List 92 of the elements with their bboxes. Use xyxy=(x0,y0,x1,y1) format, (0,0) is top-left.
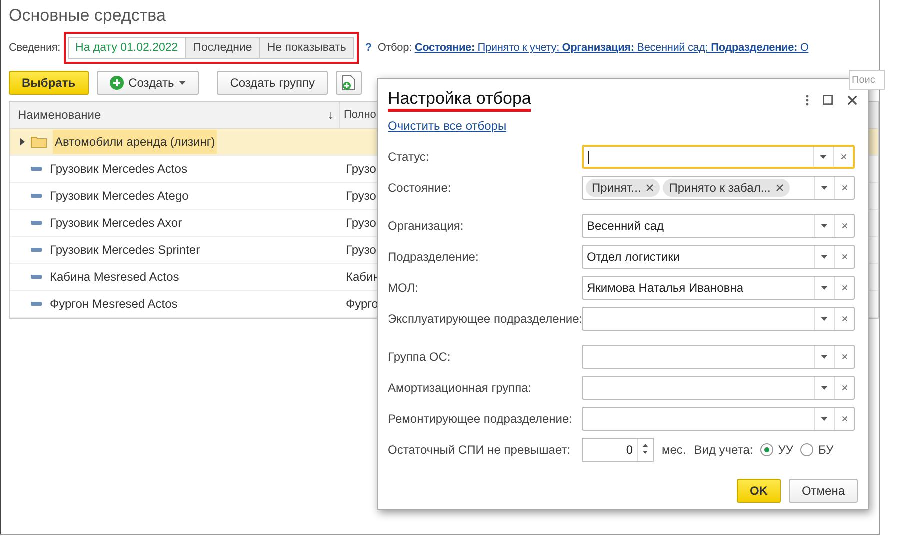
maximize-icon[interactable] xyxy=(823,95,833,105)
help-link[interactable]: ? xyxy=(365,42,372,54)
close-icon xyxy=(842,354,848,360)
dropdown-icon xyxy=(821,255,828,259)
dropdown-icon xyxy=(821,386,828,390)
close-icon xyxy=(842,185,848,191)
select-field[interactable]: Якимова Наталья Ивановна xyxy=(582,276,855,300)
field-label: Подразделение: xyxy=(388,250,480,264)
close-icon xyxy=(840,154,846,160)
unit-label: мес. xyxy=(662,443,686,457)
dialog-title: Настройка отбора xyxy=(388,88,532,112)
create-group-button[interactable]: Создать группу xyxy=(217,71,328,95)
close-icon xyxy=(847,94,858,106)
select-field[interactable]: Весенний сад xyxy=(582,214,855,238)
number-field[interactable]: 0 xyxy=(582,438,654,462)
info-option[interactable]: Не показывать xyxy=(259,37,354,59)
dropdown-icon xyxy=(821,224,828,228)
item-name: Автомобили аренда (лизинг) xyxy=(53,130,218,154)
item-icon xyxy=(31,194,42,198)
select-field[interactable]: Принят... Принято к забал... xyxy=(582,176,855,200)
field-label: Группа ОС: xyxy=(388,350,452,364)
column-header[interactable]: Полно xyxy=(340,102,376,128)
close-icon xyxy=(842,254,848,260)
folder-icon xyxy=(31,136,47,148)
create-button[interactable]: Создать xyxy=(96,71,200,95)
table-cell: Грузо xyxy=(346,216,376,230)
dropdown-icon xyxy=(179,81,186,85)
field-label: Статус: xyxy=(388,150,430,164)
expand-icon xyxy=(20,138,25,146)
spin-icon xyxy=(643,442,648,454)
accounting-label: Вид учета: xyxy=(694,443,754,457)
field-label: Организация: xyxy=(388,219,465,233)
close-icon xyxy=(646,184,654,192)
item-icon xyxy=(31,248,42,252)
item-name: Грузовик Mercedes Axor xyxy=(49,215,184,232)
close-icon xyxy=(842,316,848,322)
radio-button[interactable] xyxy=(760,443,774,457)
select-field[interactable] xyxy=(582,307,855,331)
radio-button[interactable] xyxy=(800,443,814,457)
document-icon xyxy=(342,75,356,91)
close-icon xyxy=(842,285,848,291)
item-name: Грузовик Mercedes Actos xyxy=(49,161,188,178)
window-title: Основные средства xyxy=(9,6,167,27)
search-field[interactable]: Поис xyxy=(849,70,885,90)
select-field[interactable] xyxy=(582,407,855,431)
close-icon xyxy=(842,416,848,422)
ok-button[interactable]: OK xyxy=(736,479,781,503)
field-label: Состояние: xyxy=(388,181,452,195)
item-name: Грузовик Mercedes Atego xyxy=(49,188,190,205)
item-icon xyxy=(31,275,42,279)
table-cell: Грузо xyxy=(346,162,376,176)
select-field[interactable] xyxy=(582,145,855,169)
field-label: Амортизационная группа: xyxy=(388,381,533,395)
dropdown-icon xyxy=(821,355,828,359)
field-label: Ремонтирующее подразделение: xyxy=(388,412,574,426)
close-icon xyxy=(776,184,784,192)
close-icon xyxy=(842,385,848,391)
field-label: Эксплуатирующее подразделение: xyxy=(388,312,582,326)
table-cell: Фурго xyxy=(346,297,378,311)
clear-filters-link[interactable]: Очистить все отборы xyxy=(388,119,507,133)
item-name: Кабина Mesresed Actos xyxy=(49,269,180,286)
column-header[interactable]: Наименование ↓ xyxy=(10,102,340,128)
close-icon xyxy=(842,223,848,229)
select-field[interactable] xyxy=(582,345,855,369)
filter-tag[interactable]: Принято к забал... xyxy=(663,179,790,197)
close-button[interactable] xyxy=(847,94,858,106)
table-cell: Грузо xyxy=(346,189,376,203)
info-option[interactable]: На дату 01.02.2022 xyxy=(68,37,186,59)
more-icon[interactable] xyxy=(806,94,809,106)
item-name: Фургон Mesresed Actos xyxy=(49,296,179,313)
field-label: Остаточный СПИ не превышает: xyxy=(388,443,572,457)
cancel-button[interactable]: Отмена xyxy=(788,479,858,503)
item-name: Грузовик Mercedes Sprinter xyxy=(49,242,202,259)
info-label: Сведения: xyxy=(9,42,61,54)
radio-label: УУ xyxy=(778,443,794,457)
select-field[interactable]: Отдел логистики xyxy=(582,245,855,269)
info-option[interactable]: Последние xyxy=(185,37,260,59)
document-button[interactable] xyxy=(336,71,362,95)
plus-icon xyxy=(110,76,124,90)
table-cell: Грузо xyxy=(346,243,376,257)
select-button[interactable]: Выбрать xyxy=(9,71,89,95)
radio-label: БУ xyxy=(818,443,834,457)
dropdown-icon xyxy=(821,417,828,421)
item-icon xyxy=(31,302,42,306)
filter-label: Отбор: xyxy=(378,42,412,54)
field-label: МОЛ: xyxy=(388,281,420,295)
filter-tag[interactable]: Принят... xyxy=(586,179,660,197)
item-icon xyxy=(31,221,42,225)
select-field[interactable] xyxy=(582,376,855,400)
filter-link[interactable]: Состояние: Принято к учету; Организация: Весенний сад; Подразделение: О xyxy=(414,42,809,54)
dropdown-icon xyxy=(821,186,828,190)
item-icon xyxy=(31,167,42,171)
